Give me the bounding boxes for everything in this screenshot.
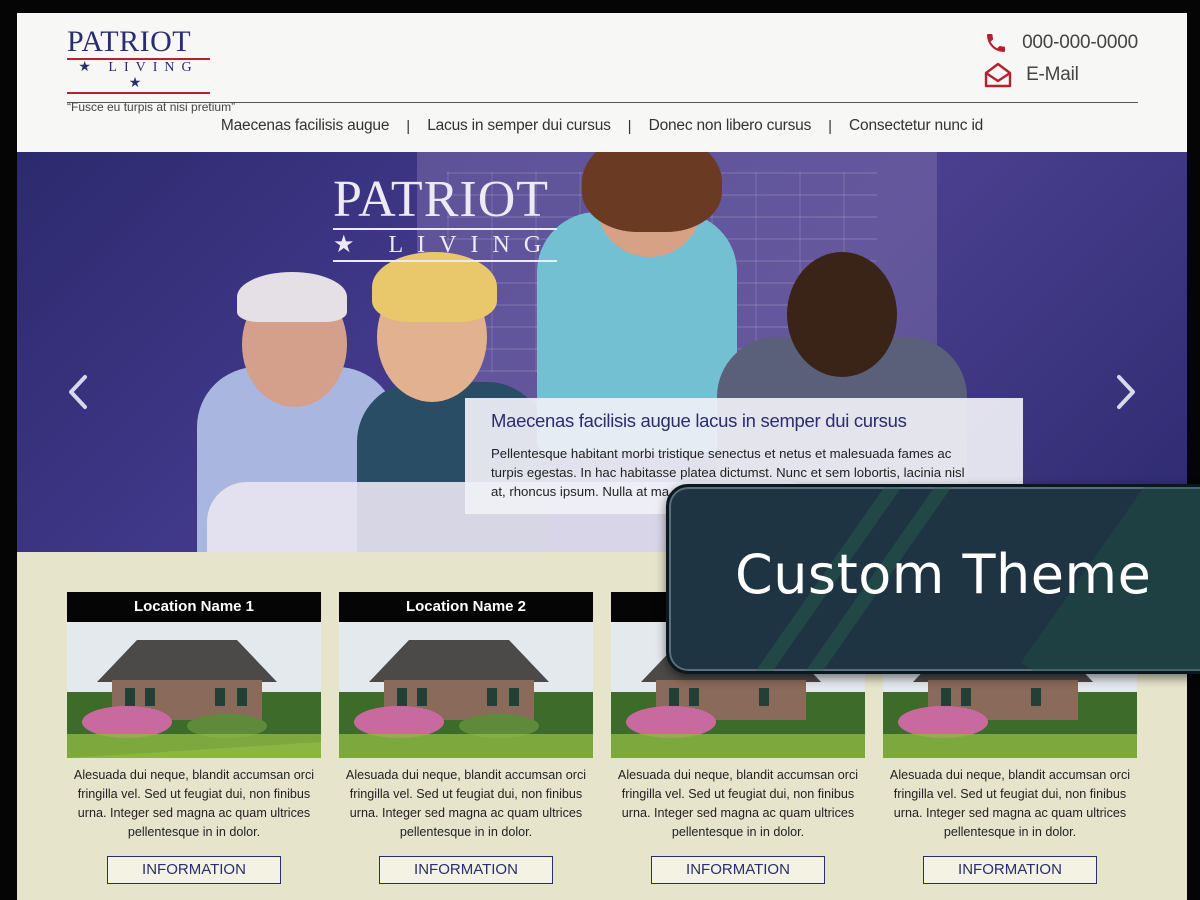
slide-caption-title: Maecenas facilisis augue lacus in semper… — [491, 410, 907, 431]
location-info-button[interactable]: INFORMATION — [651, 856, 825, 884]
location-description: Alesuada dui neque, blandit accumsan orc… — [617, 768, 859, 839]
location-title: Location Name 2 — [339, 592, 593, 622]
location-card: Location Name 2 Alesuada dui neque, blan… — [339, 592, 593, 884]
location-description: Alesuada dui neque, blandit accumsan orc… — [889, 768, 1131, 839]
custom-theme-badge: Custom Theme — [666, 484, 1200, 674]
nav-item-consectetur[interactable]: Consectetur nunc id — [832, 117, 1000, 135]
hero-logo-rule-bottom — [333, 260, 557, 262]
location-info-button[interactable]: INFORMATION — [107, 856, 281, 884]
email-contact[interactable]: E-Mail — [984, 59, 1138, 91]
location-description: Alesuada dui neque, blandit accumsan orc… — [345, 768, 587, 839]
slider-prev-button[interactable] — [63, 374, 93, 410]
chevron-right-icon — [1117, 375, 1135, 409]
phone-icon — [987, 34, 1006, 52]
phone-number: 000-000-0000 — [1022, 32, 1138, 53]
site-logo[interactable]: PATRIOT ★ LIVING ★ “Fusce eu turpis at n… — [67, 27, 237, 114]
header-divider — [67, 102, 1138, 103]
location-info-button[interactable]: INFORMATION — [379, 856, 553, 884]
email-link: E-Mail — [1026, 64, 1079, 85]
slider-next-button[interactable] — [1111, 374, 1141, 410]
location-photo — [67, 622, 321, 758]
nav-item-maecenas[interactable]: Maecenas facilisis augue — [204, 117, 406, 135]
badge-label: Custom Theme — [735, 543, 1152, 606]
page-frame: PATRIOT ★ LIVING ★ “Fusce eu turpis at n… — [17, 13, 1187, 900]
logo-subtitle: ★ LIVING ★ — [78, 60, 199, 91]
logo-wordmark: PATRIOT — [67, 25, 192, 58]
site-header: PATRIOT ★ LIVING ★ “Fusce eu turpis at n… — [17, 13, 1187, 152]
location-info-button[interactable]: INFORMATION — [923, 856, 1097, 884]
nav-item-lacus[interactable]: Lacus in semper dui cursus — [410, 117, 627, 135]
phone-contact[interactable]: 000-000-0000 — [984, 27, 1138, 59]
hero-logo-wordmark: PATRIOT — [333, 171, 550, 228]
location-card: Location Name 1 Alesuada dui neque, blan… — [67, 592, 321, 884]
location-title: Location Name 1 — [67, 592, 321, 622]
location-description: Alesuada dui neque, blandit accumsan orc… — [73, 768, 315, 839]
hero-logo: PATRIOT ★ LIVING — [333, 174, 557, 262]
logo-rule-bottom — [67, 92, 210, 94]
hero-logo-subtitle: ★ LIVING — [333, 232, 556, 258]
contact-block: 000-000-0000 E-Mail — [984, 27, 1138, 91]
location-photo — [339, 622, 593, 758]
envelope-icon — [984, 62, 1012, 88]
chevron-left-icon — [69, 375, 87, 409]
nav-item-donec[interactable]: Donec non libero cursus — [632, 117, 829, 135]
main-nav: Maecenas facilisis augue | Lacus in semp… — [17, 117, 1187, 135]
